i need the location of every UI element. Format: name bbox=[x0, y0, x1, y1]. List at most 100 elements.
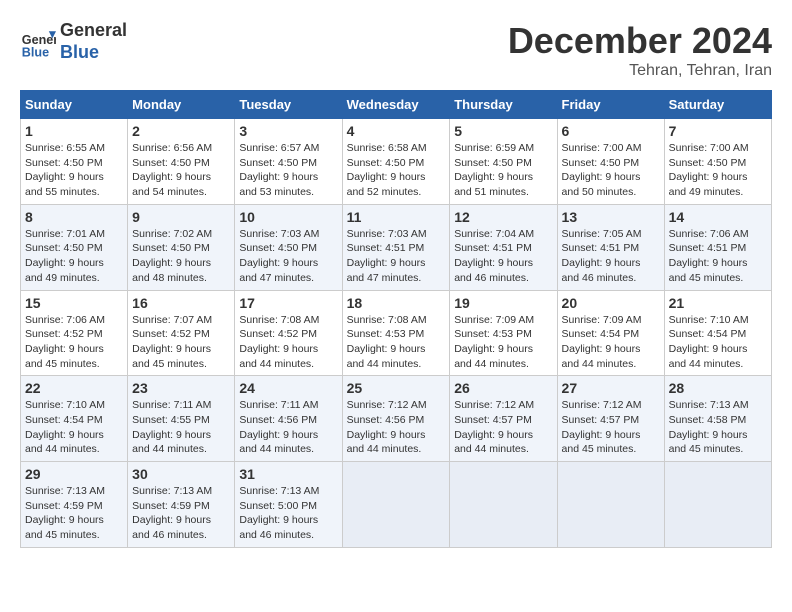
calendar-cell: 27 Sunrise: 7:12 AMSunset: 4:57 PMDayligh… bbox=[557, 376, 664, 462]
day-number: 18 bbox=[347, 295, 446, 311]
page-header: General Blue General Blue December 2024 … bbox=[20, 20, 772, 80]
calendar-cell: 28 Sunrise: 7:13 AMSunset: 4:58 PMDayligh… bbox=[664, 376, 771, 462]
day-number: 1 bbox=[25, 123, 123, 139]
day-number: 22 bbox=[25, 380, 123, 396]
day-number: 19 bbox=[454, 295, 552, 311]
calendar-week-row: 15 Sunrise: 7:06 AMSunset: 4:52 PMDayligh… bbox=[21, 290, 772, 376]
day-number: 4 bbox=[347, 123, 446, 139]
calendar-cell: 15 Sunrise: 7:06 AMSunset: 4:52 PMDayligh… bbox=[21, 290, 128, 376]
weekday-header: Thursday bbox=[450, 91, 557, 119]
cell-info: Sunrise: 7:09 AMSunset: 4:54 PMDaylight:… bbox=[562, 313, 660, 372]
calendar-week-row: 29Sunrise: 7:13 AMSunset: 4:59 PMDayligh… bbox=[21, 462, 772, 548]
day-number: 11 bbox=[347, 209, 446, 225]
cell-info: Sunrise: 7:09 AMSunset: 4:53 PMDaylight:… bbox=[454, 313, 552, 372]
cell-info: Sunrise: 7:12 AMSunset: 4:57 PMDaylight:… bbox=[562, 398, 660, 457]
day-number: 7 bbox=[669, 123, 767, 139]
day-number: 20 bbox=[562, 295, 660, 311]
cell-info: Sunrise: 7:10 AMSunset: 4:54 PMDaylight:… bbox=[669, 313, 767, 372]
weekday-header: Tuesday bbox=[235, 91, 342, 119]
day-number: 26 bbox=[454, 380, 552, 396]
calendar-cell: 19 Sunrise: 7:09 AMSunset: 4:53 PMDayligh… bbox=[450, 290, 557, 376]
day-number: 25 bbox=[347, 380, 446, 396]
day-number: 9 bbox=[132, 209, 230, 225]
cell-info: Sunrise: 7:00 AMSunset: 4:50 PMDaylight:… bbox=[562, 141, 660, 200]
cell-info: Sunrise: 7:01 AMSunset: 4:50 PMDaylight:… bbox=[25, 227, 123, 286]
cell-info: Sunrise: 7:11 AMSunset: 4:56 PMDaylight:… bbox=[239, 398, 337, 457]
day-number: 23 bbox=[132, 380, 230, 396]
calendar-cell: 24 Sunrise: 7:11 AMSunset: 4:56 PMDayligh… bbox=[235, 376, 342, 462]
calendar-cell: 30 Sunrise: 7:13 AMSunset: 4:59 PMDayligh… bbox=[128, 462, 235, 548]
cell-info: Sunrise: 7:13 AMSunset: 5:00 PMDaylight:… bbox=[239, 484, 337, 543]
calendar-cell: 20 Sunrise: 7:09 AMSunset: 4:54 PMDayligh… bbox=[557, 290, 664, 376]
cell-info: Sunrise: 6:55 AMSunset: 4:50 PMDaylight:… bbox=[25, 141, 123, 200]
calendar-cell: 13 Sunrise: 7:05 AMSunset: 4:51 PMDayligh… bbox=[557, 204, 664, 290]
calendar-cell: 1 Sunrise: 6:55 AMSunset: 4:50 PMDaylight… bbox=[21, 119, 128, 205]
cell-info: Sunrise: 7:00 AMSunset: 4:50 PMDaylight:… bbox=[669, 141, 767, 200]
day-number: 30 bbox=[132, 466, 230, 482]
day-number: 14 bbox=[669, 209, 767, 225]
calendar-cell: 3 Sunrise: 6:57 AMSunset: 4:50 PMDaylight… bbox=[235, 119, 342, 205]
calendar-cell bbox=[342, 462, 450, 548]
day-number: 5 bbox=[454, 123, 552, 139]
cell-info: Sunrise: 7:13 AMSunset: 4:58 PMDaylight:… bbox=[669, 398, 767, 457]
calendar-cell: 29Sunrise: 7:13 AMSunset: 4:59 PMDayligh… bbox=[21, 462, 128, 548]
day-number: 13 bbox=[562, 209, 660, 225]
calendar-cell: 10 Sunrise: 7:03 AMSunset: 4:50 PMDayligh… bbox=[235, 204, 342, 290]
calendar-cell: 9 Sunrise: 7:02 AMSunset: 4:50 PMDaylight… bbox=[128, 204, 235, 290]
cell-info: Sunrise: 7:06 AMSunset: 4:52 PMDaylight:… bbox=[25, 313, 123, 372]
cell-info: Sunrise: 7:02 AMSunset: 4:50 PMDaylight:… bbox=[132, 227, 230, 286]
cell-info: Sunrise: 7:12 AMSunset: 4:56 PMDaylight:… bbox=[347, 398, 446, 457]
calendar-cell: 6Sunrise: 7:00 AMSunset: 4:50 PMDaylight… bbox=[557, 119, 664, 205]
cell-info: Sunrise: 7:12 AMSunset: 4:57 PMDaylight:… bbox=[454, 398, 552, 457]
svg-text:Blue: Blue bbox=[22, 45, 49, 59]
location: Tehran, Tehran, Iran bbox=[508, 62, 772, 80]
calendar-week-row: 1 Sunrise: 6:55 AMSunset: 4:50 PMDaylight… bbox=[21, 119, 772, 205]
cell-info: Sunrise: 7:03 AMSunset: 4:50 PMDaylight:… bbox=[239, 227, 337, 286]
day-number: 31 bbox=[239, 466, 337, 482]
logo-icon: General Blue bbox=[20, 24, 56, 60]
day-number: 24 bbox=[239, 380, 337, 396]
calendar-week-row: 22 Sunrise: 7:10 AMSunset: 4:54 PMDayligh… bbox=[21, 376, 772, 462]
cell-info: Sunrise: 7:13 AMSunset: 4:59 PMDaylight:… bbox=[132, 484, 230, 543]
cell-info: Sunrise: 7:07 AMSunset: 4:52 PMDaylight:… bbox=[132, 313, 230, 372]
cell-info: Sunrise: 6:56 AMSunset: 4:50 PMDaylight:… bbox=[132, 141, 230, 200]
day-number: 15 bbox=[25, 295, 123, 311]
calendar-cell: 12Sunrise: 7:04 AMSunset: 4:51 PMDayligh… bbox=[450, 204, 557, 290]
calendar-cell: 17Sunrise: 7:08 AMSunset: 4:52 PMDayligh… bbox=[235, 290, 342, 376]
day-number: 8 bbox=[25, 209, 123, 225]
cell-info: Sunrise: 6:58 AMSunset: 4:50 PMDaylight:… bbox=[347, 141, 446, 200]
day-number: 12 bbox=[454, 209, 552, 225]
day-number: 10 bbox=[239, 209, 337, 225]
cell-info: Sunrise: 7:03 AMSunset: 4:51 PMDaylight:… bbox=[347, 227, 446, 286]
calendar-cell: 2 Sunrise: 6:56 AMSunset: 4:50 PMDaylight… bbox=[128, 119, 235, 205]
day-number: 28 bbox=[669, 380, 767, 396]
calendar-cell: 4 Sunrise: 6:58 AMSunset: 4:50 PMDaylight… bbox=[342, 119, 450, 205]
day-number: 17 bbox=[239, 295, 337, 311]
logo-text: General Blue bbox=[60, 20, 127, 63]
calendar-cell: 22 Sunrise: 7:10 AMSunset: 4:54 PMDayligh… bbox=[21, 376, 128, 462]
weekday-header: Friday bbox=[557, 91, 664, 119]
title-block: December 2024 Tehran, Tehran, Iran bbox=[508, 20, 772, 80]
calendar-cell: 23 Sunrise: 7:11 AMSunset: 4:55 PMDayligh… bbox=[128, 376, 235, 462]
cell-info: Sunrise: 7:10 AMSunset: 4:54 PMDaylight:… bbox=[25, 398, 123, 457]
day-number: 2 bbox=[132, 123, 230, 139]
cell-info: Sunrise: 6:57 AMSunset: 4:50 PMDaylight:… bbox=[239, 141, 337, 200]
weekday-header: Sunday bbox=[21, 91, 128, 119]
calendar-cell: 21 Sunrise: 7:10 AMSunset: 4:54 PMDayligh… bbox=[664, 290, 771, 376]
day-number: 3 bbox=[239, 123, 337, 139]
calendar-cell: 8 Sunrise: 7:01 AMSunset: 4:50 PMDaylight… bbox=[21, 204, 128, 290]
day-number: 21 bbox=[669, 295, 767, 311]
day-number: 16 bbox=[132, 295, 230, 311]
weekday-header: Wednesday bbox=[342, 91, 450, 119]
cell-info: Sunrise: 7:05 AMSunset: 4:51 PMDaylight:… bbox=[562, 227, 660, 286]
calendar-cell: 31 Sunrise: 7:13 AMSunset: 5:00 PMDayligh… bbox=[235, 462, 342, 548]
cell-info: Sunrise: 7:08 AMSunset: 4:53 PMDaylight:… bbox=[347, 313, 446, 372]
calendar-cell: 11 Sunrise: 7:03 AMSunset: 4:51 PMDayligh… bbox=[342, 204, 450, 290]
day-number: 27 bbox=[562, 380, 660, 396]
calendar-cell bbox=[664, 462, 771, 548]
calendar-cell bbox=[450, 462, 557, 548]
cell-info: Sunrise: 7:11 AMSunset: 4:55 PMDaylight:… bbox=[132, 398, 230, 457]
weekday-header-row: SundayMondayTuesdayWednesdayThursdayFrid… bbox=[21, 91, 772, 119]
calendar-cell: 7 Sunrise: 7:00 AMSunset: 4:50 PMDaylight… bbox=[664, 119, 771, 205]
calendar-cell: 26 Sunrise: 7:12 AMSunset: 4:57 PMDayligh… bbox=[450, 376, 557, 462]
